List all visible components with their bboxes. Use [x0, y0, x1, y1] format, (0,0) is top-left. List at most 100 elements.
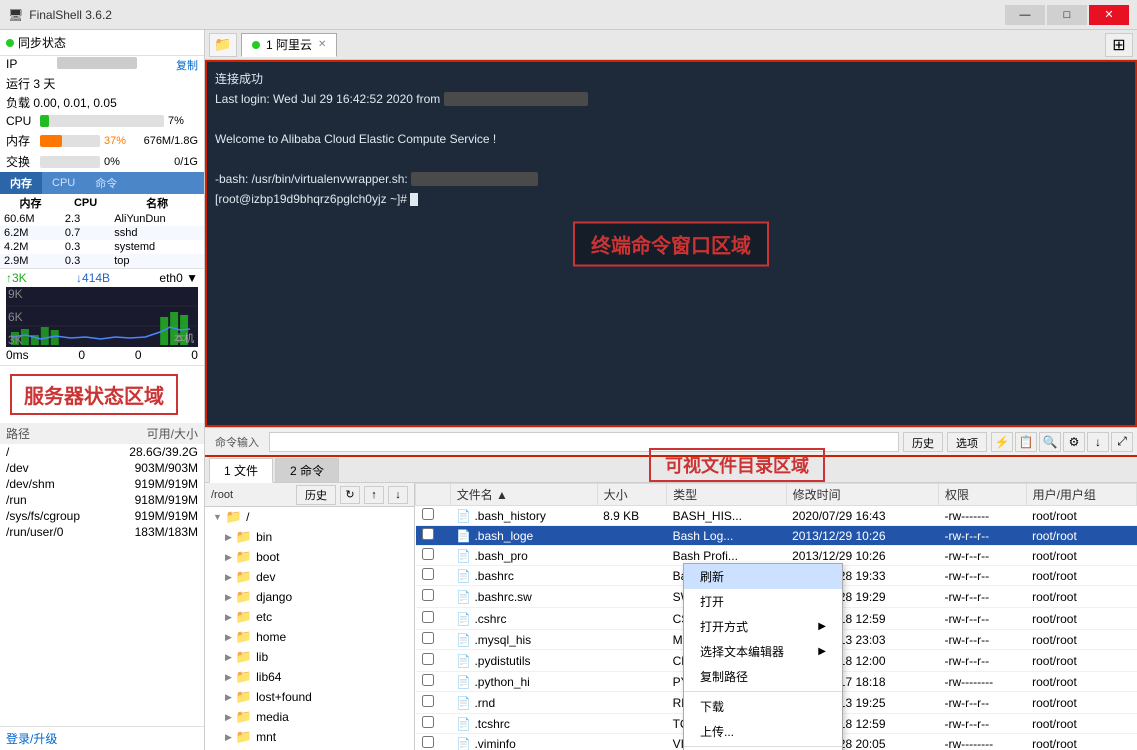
file-check[interactable]	[416, 566, 451, 586]
file-name: 📄 .bashrc.sw	[450, 586, 597, 608]
tab-close-button[interactable]: ✕	[318, 39, 326, 50]
minimize-button[interactable]: —	[1005, 5, 1045, 25]
tree-item-name: dev	[256, 570, 275, 584]
ctx-download[interactable]: 下载	[684, 694, 842, 719]
tab-commands[interactable]: 2 命令	[275, 458, 339, 482]
download-btn[interactable]: ↓	[388, 486, 408, 504]
file-size	[597, 586, 666, 608]
folder-button[interactable]: 📁	[209, 33, 237, 57]
file-icon: 📄	[456, 633, 471, 647]
login-upgrade-button[interactable]: 登录/升级	[6, 730, 57, 747]
tree-arrow: ▶	[225, 572, 232, 583]
latency-0ms: 0ms	[6, 348, 29, 362]
folder-icon: 📁	[236, 729, 252, 745]
disk-size: 919M/919M	[135, 477, 198, 491]
file-check[interactable]	[416, 506, 451, 526]
table-row[interactable]: 📄 .bash_history 8.9 KB BASH_HIS... 2020/…	[416, 506, 1137, 526]
file-check[interactable]	[416, 692, 451, 714]
refresh-path-btn[interactable]: ↻	[340, 486, 360, 504]
tree-item[interactable]: ▶ 📁 mnt	[205, 727, 414, 747]
tree-item[interactable]: ▶ 📁 lib64	[205, 667, 414, 687]
file-name: 📄 .rnd	[450, 692, 597, 714]
file-icon: 📄	[456, 654, 471, 668]
file-check[interactable]	[416, 734, 451, 750]
col-size[interactable]: 大小	[597, 484, 666, 506]
tree-item[interactable]: ▶ 📁 bin	[205, 527, 414, 547]
proc-mem: 6.2M	[0, 226, 61, 240]
ctx-open-with[interactable]: 打开方式▶	[684, 614, 842, 639]
file-check[interactable]	[416, 546, 451, 566]
file-check[interactable]	[416, 714, 451, 734]
tree-item[interactable]: ▶ 📁 lost+found	[205, 687, 414, 707]
tree-item[interactable]: ▶ 📁 boot	[205, 547, 414, 567]
tree-item[interactable]: ▶ 📁 media	[205, 707, 414, 727]
cpu-row: CPU 7%	[0, 112, 204, 130]
file-check[interactable]	[416, 650, 451, 672]
ctx-refresh[interactable]: 刷新	[684, 564, 842, 589]
tab-cmd[interactable]: 命令	[85, 172, 127, 194]
file-icon: 📄	[456, 612, 471, 626]
bottom-tabs: 1 文件 2 命令 可视文件目录区域	[205, 457, 1137, 483]
sidebar-footer: 登录/升级	[0, 726, 204, 750]
sync-label: 同步状态	[18, 34, 66, 51]
tree-item-name: bin	[256, 530, 272, 544]
file-owner: root/root	[1026, 566, 1136, 586]
tree-item[interactable]: ▶ 📁 lib	[205, 647, 414, 667]
proc-name: systemd	[110, 240, 204, 254]
ctx-text-editor[interactable]: 选择文本编辑器▶	[684, 639, 842, 664]
bottom-panel: 1 文件 2 命令 可视文件目录区域 /root 历史 ↻ ↑ ↓	[205, 455, 1137, 750]
file-check[interactable]	[416, 586, 451, 608]
terminal[interactable]: 连接成功 Last login: Wed Jul 29 16:42:52 202…	[205, 60, 1137, 427]
latency-v1: 0	[78, 348, 85, 362]
copy-ip-button[interactable]: 复制	[176, 57, 198, 73]
swap-row: 交换 0% 0/1G	[0, 151, 204, 172]
file-check[interactable]	[416, 608, 451, 630]
proc-cpu: 0.3	[61, 254, 110, 268]
file-check[interactable]	[416, 526, 451, 546]
file-check[interactable]	[416, 630, 451, 650]
tree-item[interactable]: ▶ 📁 home	[205, 627, 414, 647]
file-modified: 2020/07/29 16:43	[786, 506, 938, 526]
col-perm[interactable]: 权限	[938, 484, 1026, 506]
path-history-btn[interactable]: 历史	[296, 485, 336, 505]
app-title: 🖥 FinalShell 3.6.2	[8, 8, 112, 22]
disk-col-size: 可用/大小	[147, 425, 198, 442]
disk-row: /run 918M/919M	[0, 492, 204, 508]
net-interface-selector[interactable]: eth0 ▼	[159, 271, 198, 285]
close-button[interactable]: ✕	[1089, 5, 1129, 25]
tree-item[interactable]: ▶ 📁 dev	[205, 567, 414, 587]
col-owner[interactable]: 用户/用户组	[1026, 484, 1136, 506]
upload-btn[interactable]: ↑	[364, 486, 384, 504]
tab-mem[interactable]: 内存	[0, 172, 42, 194]
file-perm: -rw-r--r--	[938, 566, 1026, 586]
tree-item[interactable]: ▼ 📁 /	[205, 507, 414, 527]
disk-row: /dev/shm 919M/919M	[0, 476, 204, 492]
titlebar: 🖥 FinalShell 3.6.2 — □ ✕	[0, 0, 1137, 30]
tree-arrow: ▶	[225, 732, 232, 743]
table-row[interactable]: 📄 .bash_loge Bash Log... 2013/12/29 10:2…	[416, 526, 1137, 546]
ctx-upload[interactable]: 上传...	[684, 719, 842, 744]
tree-arrow: ▶	[225, 592, 232, 603]
net-y-labels: 9K 6K 3K	[8, 287, 23, 347]
latency-v2: 0	[135, 348, 142, 362]
tree-item[interactable]: ▶ 📁 django	[205, 587, 414, 607]
file-check[interactable]	[416, 672, 451, 692]
maximize-button[interactable]: □	[1047, 5, 1087, 25]
ctx-copy-path[interactable]: 复制路径	[684, 664, 842, 689]
tree-arrow: ▼	[213, 512, 222, 522]
file-icon: 📄	[456, 529, 471, 543]
tab-cpu[interactable]: CPU	[42, 172, 85, 194]
file-perm: -rw-r--r--	[938, 586, 1026, 608]
col-name[interactable]: 文件名 ▲	[450, 484, 597, 506]
grid-layout-button[interactable]: ⊞	[1105, 33, 1133, 57]
file-size	[597, 672, 666, 692]
ctx-open[interactable]: 打开	[684, 589, 842, 614]
tree-item[interactable]: ▶ 📁 etc	[205, 607, 414, 627]
col-modified[interactable]: 修改时间	[786, 484, 938, 506]
mem-row: 内存 37% 676M/1.8G	[0, 130, 204, 151]
col-type[interactable]: 类型	[667, 484, 787, 506]
disk-path: /	[6, 445, 9, 459]
network-svg	[6, 287, 198, 345]
server-tab-aliyun[interactable]: 1 阿里云 ✕	[241, 33, 337, 57]
tab-files[interactable]: 1 文件	[209, 458, 273, 483]
